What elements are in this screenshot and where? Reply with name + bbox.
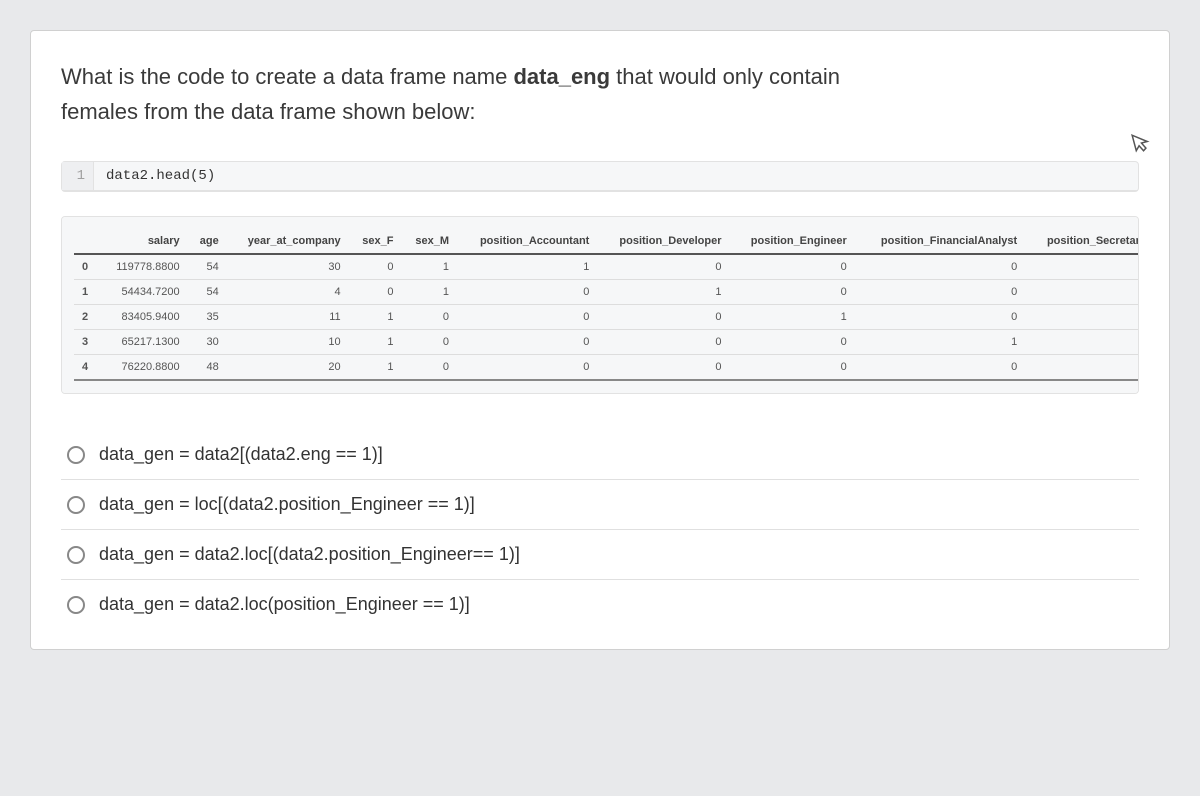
table-cell: 0: [855, 355, 1025, 381]
table-cell: 0: [457, 280, 597, 305]
table-cell: 0: [401, 330, 457, 355]
table-cell: 3: [74, 330, 99, 355]
table-cell: 1: [74, 280, 99, 305]
table-cell: 1: [349, 355, 402, 381]
table-cell: 0: [729, 330, 854, 355]
table-cell: 35: [188, 305, 227, 330]
table-cell: 0: [729, 355, 854, 381]
option-b[interactable]: data_gen = loc[(data2.position_Engineer …: [61, 479, 1139, 529]
table-cell: 20: [227, 355, 349, 381]
table-cell: 0: [597, 330, 729, 355]
table-cell: 1: [401, 254, 457, 280]
table-cell: 83405.9400: [99, 305, 188, 330]
table-cell: 0: [597, 254, 729, 280]
table-cell: 0: [457, 355, 597, 381]
option-c[interactable]: data_gen = data2.loc[(data2.position_Eng…: [61, 529, 1139, 579]
data-table: salaryageyear_at_companysex_Fsex_Mpositi…: [74, 229, 1139, 381]
table-header-cell: position_Engineer: [729, 229, 854, 254]
table-cell: 2: [74, 305, 99, 330]
table-cell: 0: [457, 330, 597, 355]
table-cell: 0: [401, 355, 457, 381]
option-label: data_gen = data2.loc(position_Engineer =…: [99, 594, 470, 615]
table-cell: 0: [597, 305, 729, 330]
table-row: 365217.130030101000010: [74, 330, 1139, 355]
option-label: data_gen = data2.loc[(data2.position_Eng…: [99, 544, 520, 565]
table-header-cell: year_at_company: [227, 229, 349, 254]
option-a[interactable]: data_gen = data2[(data2.eng == 1)]: [61, 430, 1139, 479]
table-cell: 0: [855, 254, 1025, 280]
radio-icon: [67, 496, 85, 514]
table-cell: 76220.8800: [99, 355, 188, 381]
table-cell: 48: [188, 355, 227, 381]
table-cell: 1: [855, 330, 1025, 355]
table-cell: 11: [227, 305, 349, 330]
table-cell: 0: [1025, 254, 1139, 280]
radio-icon: [67, 546, 85, 564]
table-header-cell: sex_F: [349, 229, 402, 254]
table-header-cell: position_Secretary: [1025, 229, 1139, 254]
table-cell: 0: [597, 355, 729, 381]
table-cell: 30: [188, 330, 227, 355]
table-cell: 1: [457, 254, 597, 280]
table-header-cell: position_Developer: [597, 229, 729, 254]
table-cell: 0: [855, 305, 1025, 330]
table-cell: 4: [227, 280, 349, 305]
table-row: 476220.880048201000001: [74, 355, 1139, 381]
table-cell: 1: [729, 305, 854, 330]
question-text: What is the code to create a data frame …: [61, 59, 1139, 129]
table-cell: 30: [227, 254, 349, 280]
answer-options: data_gen = data2[(data2.eng == 1)] data_…: [61, 430, 1139, 629]
code-block: 1 data2.head(5): [61, 161, 1139, 192]
table-row: 0119778.880054300110000: [74, 254, 1139, 280]
table-cell: 0: [349, 280, 402, 305]
table-cell: 1: [349, 305, 402, 330]
table-cell: 0: [1025, 305, 1139, 330]
table-cell: 4: [74, 355, 99, 381]
table-cell: 1: [401, 280, 457, 305]
table-cell: 54: [188, 280, 227, 305]
table-row: 154434.72005440101000: [74, 280, 1139, 305]
table-header-cell: position_Accountant: [457, 229, 597, 254]
table-cell: 10: [227, 330, 349, 355]
table-cell: 0: [729, 254, 854, 280]
table-cell: 119778.8800: [99, 254, 188, 280]
table-cell: 0: [855, 280, 1025, 305]
table-cell: 54434.7200: [99, 280, 188, 305]
table-cell: 0: [729, 280, 854, 305]
table-header-cell: sex_M: [401, 229, 457, 254]
table-header-cell: age: [188, 229, 227, 254]
option-label: data_gen = data2[(data2.eng == 1)]: [99, 444, 383, 465]
code-line-number: 1: [62, 162, 94, 190]
table-cell: 0: [401, 305, 457, 330]
table-cell: 0: [457, 305, 597, 330]
option-label: data_gen = loc[(data2.position_Engineer …: [99, 494, 475, 515]
cursor-icon: [1130, 129, 1155, 161]
table-cell: 0: [349, 254, 402, 280]
table-cell: 1: [1025, 355, 1139, 381]
radio-icon: [67, 446, 85, 464]
table-row: 283405.940035111000100: [74, 305, 1139, 330]
table-cell: 1: [597, 280, 729, 305]
question-card: What is the code to create a data frame …: [30, 30, 1170, 650]
table-header-cell: [74, 229, 99, 254]
table-header-cell: salary: [99, 229, 188, 254]
table-cell: 0: [74, 254, 99, 280]
table-cell: 0: [1025, 330, 1139, 355]
table-cell: 0: [1025, 280, 1139, 305]
data-table-wrapper: salaryageyear_at_companysex_Fsex_Mpositi…: [61, 216, 1139, 394]
table-cell: 1: [349, 330, 402, 355]
table-cell: 65217.1300: [99, 330, 188, 355]
radio-icon: [67, 596, 85, 614]
table-cell: 54: [188, 254, 227, 280]
code-content: data2.head(5): [94, 162, 227, 190]
table-header-cell: position_FinancialAnalyst: [855, 229, 1025, 254]
option-d[interactable]: data_gen = data2.loc(position_Engineer =…: [61, 579, 1139, 629]
